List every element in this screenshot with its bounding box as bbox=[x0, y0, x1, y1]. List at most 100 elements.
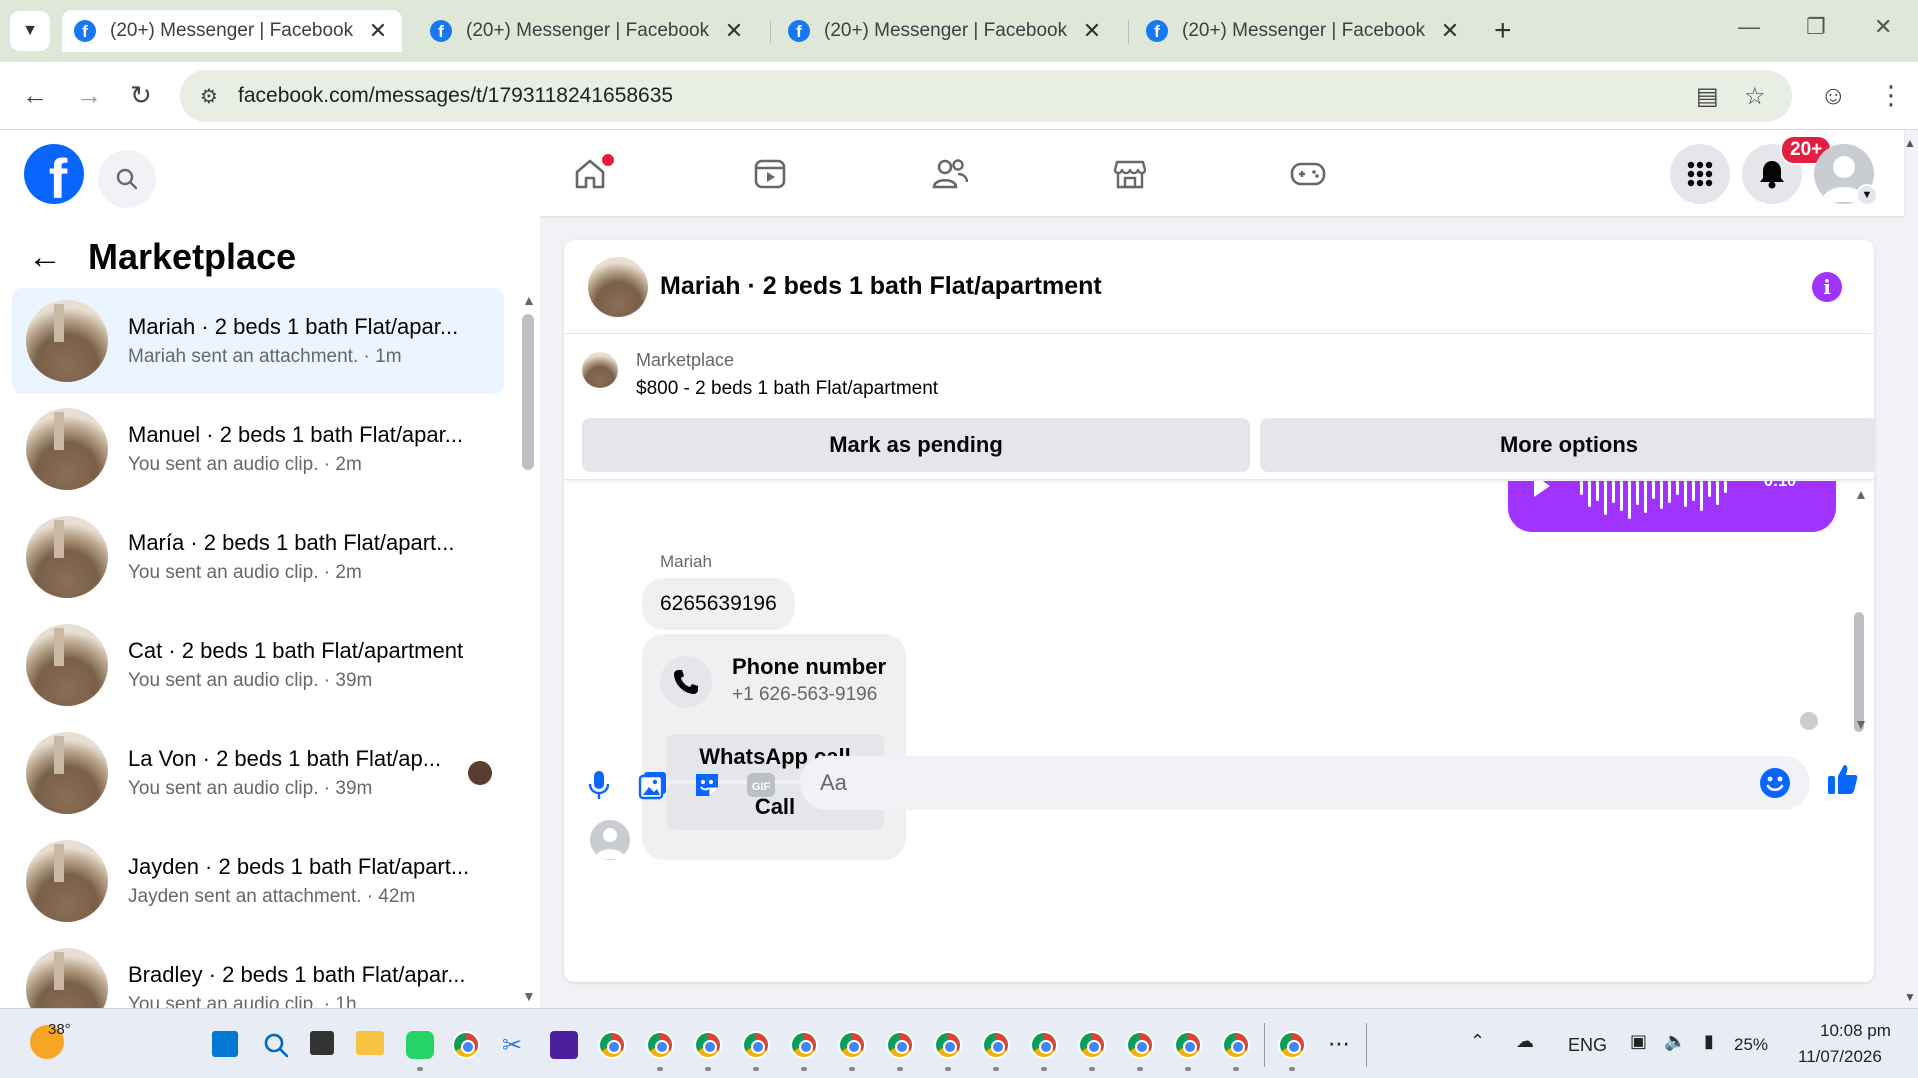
install-app-icon[interactable]: ▤ bbox=[1696, 82, 1719, 111]
info-icon[interactable]: i bbox=[1812, 272, 1842, 302]
close-tab-icon[interactable]: ✕ bbox=[1438, 18, 1462, 44]
conversation-item[interactable]: Bradley · 2 beds 1 bath Flat/apar... You… bbox=[12, 936, 504, 1008]
play-icon[interactable] bbox=[1534, 481, 1550, 497]
home-nav-button[interactable] bbox=[564, 148, 616, 200]
chrome-taskbar-icon[interactable] bbox=[694, 1031, 722, 1059]
chrome-taskbar-icon[interactable] bbox=[838, 1031, 866, 1059]
address-bar[interactable]: ⚙ facebook.com/messages/t/17931182416586… bbox=[180, 70, 1792, 122]
chrome-taskbar-icon[interactable] bbox=[646, 1031, 674, 1059]
menu-grid-button[interactable] bbox=[1670, 144, 1730, 204]
message-input[interactable]: Aa bbox=[800, 756, 1810, 810]
account-chevron-down-icon[interactable]: ▼ bbox=[1856, 184, 1878, 206]
marketplace-conversation-list: ← Marketplace Mariah · 2 beds 1 bath Fla… bbox=[0, 216, 540, 1008]
gif-button[interactable]: GIF bbox=[744, 768, 778, 802]
conversation-item[interactable]: Mariah · 2 beds 1 bath Flat/apar... Mari… bbox=[12, 288, 504, 394]
minimize-icon[interactable]: — bbox=[1738, 14, 1760, 40]
phone-card-title: Phone number bbox=[732, 654, 887, 679]
chrome-taskbar-icon[interactable] bbox=[1222, 1031, 1250, 1059]
chrome-taskbar-icon[interactable] bbox=[452, 1031, 480, 1059]
battery-icon[interactable]: ▮ bbox=[1704, 1031, 1714, 1052]
more-options-button[interactable]: More options bbox=[1260, 418, 1874, 472]
new-tab-plus-icon[interactable]: + bbox=[1494, 14, 1512, 48]
gaming-nav-button[interactable] bbox=[1282, 148, 1334, 200]
scroll-up-arrow-icon[interactable]: ▲ bbox=[522, 292, 536, 308]
chrome-taskbar-icon[interactable] bbox=[982, 1031, 1010, 1059]
tab-search-chevron-icon[interactable]: ▼ bbox=[10, 11, 50, 51]
chrome-taskbar-icon[interactable] bbox=[1078, 1031, 1106, 1059]
close-tab-icon[interactable]: ✕ bbox=[366, 18, 390, 44]
chat-listing-avatar[interactable] bbox=[588, 256, 648, 317]
chrome-taskbar-icon[interactable] bbox=[1030, 1031, 1058, 1059]
chat-scroll-down-arrow-icon[interactable]: ▼ bbox=[1854, 716, 1868, 732]
conversation-list-scrollbar[interactable] bbox=[522, 314, 534, 470]
chrome-taskbar-icon[interactable] bbox=[790, 1031, 818, 1059]
chrome-taskbar-icon[interactable] bbox=[598, 1031, 626, 1059]
app-taskbar-icon[interactable] bbox=[550, 1031, 578, 1059]
chrome-taskbar-icon[interactable] bbox=[934, 1031, 962, 1059]
chrome-taskbar-icon[interactable] bbox=[1126, 1031, 1154, 1059]
chat-scroll-up-arrow-icon[interactable]: ▲ bbox=[1854, 486, 1868, 502]
emoji-icon[interactable] bbox=[1760, 768, 1790, 798]
clock-time[interactable]: 10:08 pm bbox=[1820, 1021, 1891, 1041]
display-icon[interactable]: ▣ bbox=[1630, 1031, 1647, 1052]
chrome-taskbar-icon[interactable] bbox=[886, 1031, 914, 1059]
site-settings-icon[interactable]: ⚙ bbox=[200, 84, 238, 109]
attach-photo-button[interactable] bbox=[636, 768, 670, 802]
language-indicator[interactable]: ENG bbox=[1568, 1035, 1607, 1056]
restore-icon[interactable]: ❐ bbox=[1806, 14, 1826, 40]
reload-icon[interactable]: ↻ bbox=[130, 80, 152, 111]
thumbs-up-button[interactable] bbox=[1826, 762, 1860, 796]
snipping-tool-icon[interactable]: ✂ bbox=[502, 1031, 530, 1059]
conversation-item[interactable]: Jayden · 2 beds 1 bath Flat/apart... Jay… bbox=[12, 828, 504, 934]
close-tab-icon[interactable]: ✕ bbox=[722, 18, 746, 44]
browser-menu-icon[interactable]: ⋮ bbox=[1878, 80, 1904, 111]
close-tab-icon[interactable]: ✕ bbox=[1080, 18, 1104, 44]
close-window-icon[interactable]: ✕ bbox=[1874, 14, 1892, 40]
whatsapp-taskbar-icon[interactable] bbox=[406, 1031, 434, 1059]
facebook-logo-icon[interactable]: f bbox=[24, 144, 84, 204]
bookmark-star-icon[interactable]: ☆ bbox=[1744, 82, 1766, 111]
profile-icon[interactable]: ☺ bbox=[1820, 80, 1847, 111]
marketplace-nav-button[interactable] bbox=[1104, 148, 1156, 200]
chrome-taskbar-icon[interactable] bbox=[742, 1031, 770, 1059]
conversation-item[interactable]: Manuel · 2 beds 1 bath Flat/apar... You … bbox=[12, 396, 504, 502]
volume-icon[interactable]: 🔈 bbox=[1664, 1031, 1686, 1052]
search-button[interactable] bbox=[98, 150, 156, 208]
voice-message-bubble[interactable]: 0:10 bbox=[1508, 481, 1836, 532]
video-nav-button[interactable] bbox=[744, 148, 796, 200]
conversation-item[interactable]: Cat · 2 beds 1 bath Flat/apartment You s… bbox=[12, 612, 504, 718]
sender-avatar[interactable] bbox=[590, 820, 630, 860]
chrome-taskbar-icon[interactable] bbox=[1278, 1031, 1306, 1059]
conversation-item[interactable]: María · 2 beds 1 bath Flat/apart... You … bbox=[12, 504, 504, 610]
browser-tab-1[interactable]: f (20+) Messenger | Facebook ✕ bbox=[62, 10, 402, 52]
conversation-item[interactable]: La Von · 2 beds 1 bath Flat/ap... You se… bbox=[12, 720, 504, 826]
network-icon[interactable]: ☁ bbox=[1516, 1031, 1534, 1052]
microphone-button[interactable] bbox=[582, 768, 616, 802]
file-explorer-icon[interactable] bbox=[356, 1031, 384, 1055]
task-view-icon[interactable] bbox=[310, 1031, 334, 1055]
mark-as-pending-button[interactable]: Mark as pending bbox=[582, 418, 1250, 472]
clock-date[interactable]: 11/07/2026 bbox=[1798, 1047, 1882, 1067]
chrome-taskbar-icon[interactable] bbox=[1174, 1031, 1202, 1059]
listing-price[interactable]: $800 - 2 beds 1 bath Flat/apartment bbox=[636, 378, 938, 400]
taskbar-search-icon[interactable] bbox=[262, 1031, 290, 1059]
chat-title[interactable]: Mariah · 2 beds 1 bath Flat/apartment bbox=[660, 272, 1102, 301]
smiley-face-icon bbox=[1766, 776, 1784, 792]
more-apps-icon[interactable]: ⋯ bbox=[1328, 1031, 1350, 1057]
sticker-button[interactable] bbox=[690, 768, 724, 802]
page-scroll-up-arrow-icon[interactable]: ▲ bbox=[1904, 136, 1916, 150]
chat-scrollbar[interactable] bbox=[1854, 612, 1864, 732]
browser-tab-4[interactable]: f (20+) Messenger | Facebook ✕ bbox=[1134, 10, 1474, 52]
forward-arrow-icon[interactable]: → bbox=[76, 80, 102, 111]
page-scroll-down-arrow-icon[interactable]: ▼ bbox=[1904, 990, 1916, 1004]
browser-tab-3[interactable]: f (20+) Messenger | Facebook ✕ bbox=[776, 10, 1116, 52]
show-hidden-icons-chevron-up-icon[interactable]: ⌃ bbox=[1470, 1031, 1485, 1052]
listing-thumbnail[interactable] bbox=[582, 352, 618, 388]
back-arrow-icon[interactable]: ← bbox=[22, 80, 48, 111]
back-arrow-icon[interactable]: ← bbox=[28, 238, 62, 277]
browser-tab-2[interactable]: f (20+) Messenger | Facebook ✕ bbox=[418, 10, 758, 52]
friends-nav-button[interactable] bbox=[924, 148, 976, 200]
windows-start-icon[interactable] bbox=[212, 1031, 238, 1057]
message-bubble[interactable]: 6265639196 bbox=[642, 578, 795, 630]
scroll-down-arrow-icon[interactable]: ▼ bbox=[522, 988, 536, 1004]
